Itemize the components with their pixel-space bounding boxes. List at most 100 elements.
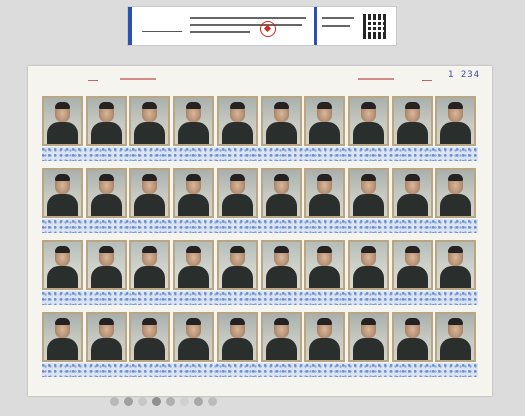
portrait-image	[437, 98, 474, 144]
label-band-right	[314, 7, 317, 45]
stamp[interactable]	[129, 96, 170, 146]
stamp[interactable]	[86, 240, 127, 290]
perforation-strip	[42, 291, 478, 305]
portrait-image	[175, 98, 212, 144]
portrait-hair	[405, 318, 420, 325]
stamp[interactable]	[173, 240, 214, 290]
stamp[interactable]	[392, 240, 433, 290]
perforation-strip	[42, 147, 478, 161]
portrait-image	[263, 314, 300, 360]
color-dot	[194, 397, 203, 406]
stamp[interactable]	[435, 240, 476, 290]
portrait-body	[91, 122, 122, 144]
stamp[interactable]	[129, 240, 170, 290]
portrait-image	[306, 314, 343, 360]
stamp[interactable]	[173, 312, 214, 362]
portrait-body	[47, 266, 78, 288]
color-dot-row	[110, 397, 430, 411]
stamp[interactable]	[86, 168, 127, 218]
portrait-hair	[317, 174, 332, 181]
portrait-image	[44, 242, 81, 288]
stamp[interactable]	[173, 168, 214, 218]
stamp[interactable]	[86, 96, 127, 146]
color-dot	[180, 397, 189, 406]
portrait-body	[178, 194, 209, 216]
portrait-image	[350, 314, 387, 360]
stamp[interactable]	[42, 312, 83, 362]
stamp[interactable]	[129, 312, 170, 362]
portrait-body	[309, 194, 340, 216]
stamp-row	[42, 312, 478, 362]
stamp[interactable]	[304, 96, 345, 146]
portrait-image	[350, 242, 387, 288]
stamp[interactable]	[261, 312, 302, 362]
portrait-hair	[230, 102, 245, 109]
portrait-image	[44, 170, 81, 216]
portrait-hair	[448, 174, 463, 181]
portrait-hair	[274, 318, 289, 325]
portrait-image	[219, 98, 256, 144]
portrait-image	[88, 314, 125, 360]
stamp[interactable]	[217, 96, 258, 146]
portrait-body	[309, 338, 340, 360]
portrait-image	[350, 170, 387, 216]
portrait-body	[440, 266, 471, 288]
stamp[interactable]	[392, 96, 433, 146]
portrait-body	[178, 266, 209, 288]
stamp[interactable]	[261, 240, 302, 290]
stamp[interactable]	[173, 96, 214, 146]
portrait-hair	[186, 246, 201, 253]
portrait-image	[219, 170, 256, 216]
stamp[interactable]	[435, 96, 476, 146]
stamp[interactable]	[261, 168, 302, 218]
stamp[interactable]	[392, 168, 433, 218]
portrait-hair	[448, 318, 463, 325]
stamp[interactable]	[435, 312, 476, 362]
portrait-image	[131, 242, 168, 288]
portrait-body	[134, 122, 165, 144]
portrait-image	[219, 242, 256, 288]
portrait-hair	[448, 102, 463, 109]
portrait-body	[222, 338, 253, 360]
qr-code-icon[interactable]	[363, 14, 388, 39]
stamp[interactable]	[392, 312, 433, 362]
stamp[interactable]	[304, 240, 345, 290]
stamp[interactable]	[129, 168, 170, 218]
stamp-row	[42, 168, 478, 218]
portrait-body	[178, 338, 209, 360]
portrait-body	[134, 338, 165, 360]
portrait-image	[44, 314, 81, 360]
stamp[interactable]	[348, 312, 389, 362]
stamp[interactable]	[348, 168, 389, 218]
portrait-hair	[274, 174, 289, 181]
stamp[interactable]	[86, 312, 127, 362]
portrait-body	[397, 338, 428, 360]
stamp[interactable]	[217, 312, 258, 362]
stamp[interactable]	[348, 96, 389, 146]
portrait-hair	[405, 246, 420, 253]
stamp[interactable]	[217, 240, 258, 290]
stamp[interactable]	[42, 168, 83, 218]
portrait-image	[394, 98, 431, 144]
stamp[interactable]	[42, 240, 83, 290]
portrait-image	[263, 242, 300, 288]
portrait-image	[437, 242, 474, 288]
stamp[interactable]	[304, 312, 345, 362]
slab-label	[127, 6, 397, 46]
stamp[interactable]	[348, 240, 389, 290]
stamp[interactable]	[261, 96, 302, 146]
portrait-hair	[99, 102, 114, 109]
stamp[interactable]	[217, 168, 258, 218]
label-title-line	[190, 31, 250, 33]
portrait-body	[222, 266, 253, 288]
portrait-body	[309, 266, 340, 288]
margin-inscription	[358, 78, 394, 80]
portrait-image	[88, 98, 125, 144]
portrait-hair	[99, 318, 114, 325]
seal-icon	[260, 21, 276, 37]
portrait-body	[266, 194, 297, 216]
stamp[interactable]	[42, 96, 83, 146]
stamp[interactable]	[435, 168, 476, 218]
portrait-hair	[186, 174, 201, 181]
stamp[interactable]	[304, 168, 345, 218]
